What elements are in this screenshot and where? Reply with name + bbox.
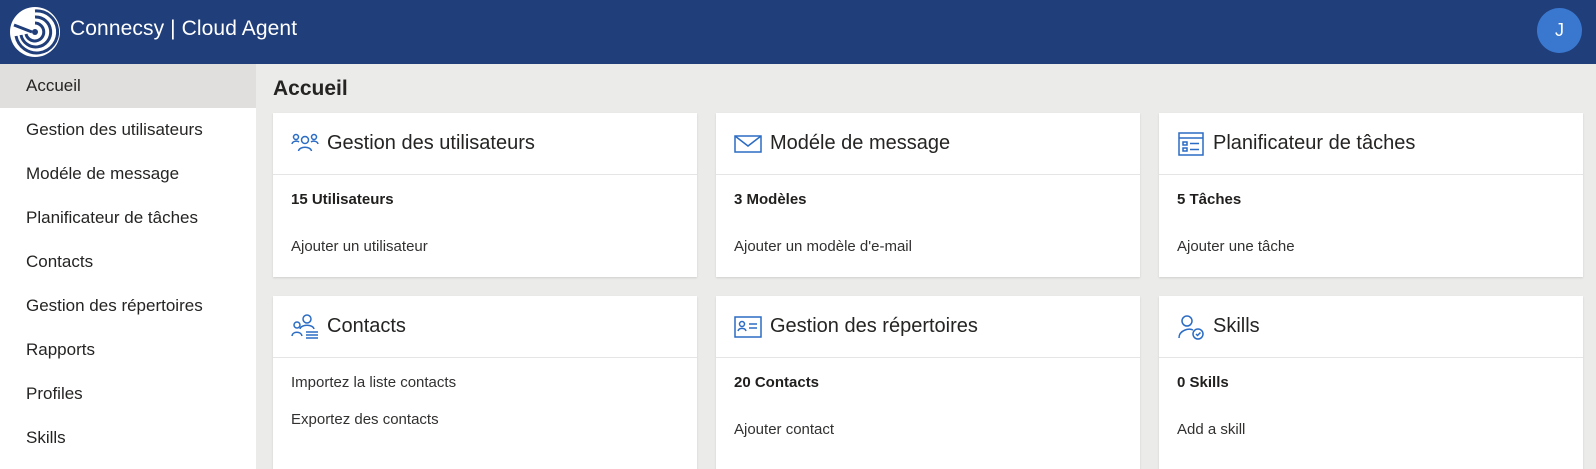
sidebar: Accueil Gestion des utilisateurs Modéle … bbox=[0, 64, 256, 469]
card-title[interactable]: Gestion des répertoires bbox=[770, 315, 978, 338]
card-contacts: Contacts Importez la liste contacts Expo… bbox=[273, 296, 697, 469]
mail-icon bbox=[734, 130, 762, 158]
sidebar-item-rapports[interactable]: Rapports bbox=[0, 328, 256, 372]
add-skill-link[interactable]: Add a skill bbox=[1177, 421, 1245, 438]
skills-count: 0 Skills bbox=[1177, 374, 1229, 391]
card-header: Planificateur de tâches bbox=[1159, 113, 1583, 175]
sidebar-item-profiles[interactable]: Profiles bbox=[0, 372, 256, 416]
card-title[interactable]: Modéle de message bbox=[770, 132, 950, 155]
card-gestion-utilisateurs: Gestion des utilisateurs 15 Utilisateurs… bbox=[273, 113, 697, 277]
sidebar-item-gestion-repertoires[interactable]: Gestion des répertoires bbox=[0, 284, 256, 328]
sidebar-item-accueil[interactable]: Accueil bbox=[0, 64, 256, 108]
card-modele-message: Modéle de message 3 Modèles Ajouter un m… bbox=[716, 113, 1140, 277]
contacts-count: 20 Contacts bbox=[734, 374, 820, 391]
sidebar-item-contacts[interactable]: Contacts bbox=[0, 240, 256, 284]
sidebar-item-modele-message[interactable]: Modéle de message bbox=[0, 152, 256, 196]
templates-count: 3 Modèles bbox=[734, 191, 807, 208]
card-header: Contacts bbox=[273, 296, 697, 358]
card-title[interactable]: Skills bbox=[1213, 315, 1260, 338]
skills-icon bbox=[1177, 313, 1205, 341]
card-header: Gestion des répertoires bbox=[716, 296, 1140, 358]
contacts-icon bbox=[291, 313, 319, 341]
task-list-icon bbox=[1177, 130, 1205, 158]
connecsy-logo-icon[interactable] bbox=[8, 5, 62, 59]
add-user-link[interactable]: Ajouter un utilisateur bbox=[291, 238, 428, 255]
sidebar-item-gestion-utilisateurs[interactable]: Gestion des utilisateurs bbox=[0, 108, 256, 152]
tasks-count: 5 Tâches bbox=[1177, 191, 1242, 208]
add-task-link[interactable]: Ajouter une tâche bbox=[1177, 238, 1295, 255]
export-contacts-link[interactable]: Exportez des contacts bbox=[291, 411, 439, 428]
card-title[interactable]: Planificateur de tâches bbox=[1213, 132, 1415, 155]
card-skills: Skills 0 Skills Add a skill bbox=[1159, 296, 1583, 469]
card-header: Gestion des utilisateurs bbox=[273, 113, 697, 175]
page-title: Accueil bbox=[273, 77, 348, 100]
contact-card-icon bbox=[734, 313, 762, 341]
card-title[interactable]: Gestion des utilisateurs bbox=[327, 132, 535, 155]
card-header: Skills bbox=[1159, 296, 1583, 358]
card-gestion-repertoires: Gestion des répertoires 20 Contacts Ajou… bbox=[716, 296, 1140, 469]
user-avatar[interactable]: J bbox=[1537, 8, 1582, 53]
card-planificateur-taches: Planificateur de tâches 5 Tâches Ajouter… bbox=[1159, 113, 1583, 277]
add-contact-link[interactable]: Ajouter contact bbox=[734, 421, 834, 438]
card-header: Modéle de message bbox=[716, 113, 1140, 175]
sidebar-item-planificateur-taches[interactable]: Planificateur de tâches bbox=[0, 196, 256, 240]
users-count: 15 Utilisateurs bbox=[291, 191, 394, 208]
add-email-template-link[interactable]: Ajouter un modèle d'e-mail bbox=[734, 238, 912, 255]
sidebar-item-skills[interactable]: Skills bbox=[0, 416, 256, 460]
users-icon bbox=[291, 130, 319, 158]
top-bar: Connecsy | Cloud Agent J bbox=[0, 0, 1596, 64]
import-contacts-link[interactable]: Importez la liste contacts bbox=[291, 374, 456, 391]
app-title: Connecsy | Cloud Agent bbox=[70, 17, 298, 40]
card-title[interactable]: Contacts bbox=[327, 315, 406, 338]
main-content: Accueil Gestion des utilisateurs 15 Util… bbox=[256, 64, 1596, 469]
